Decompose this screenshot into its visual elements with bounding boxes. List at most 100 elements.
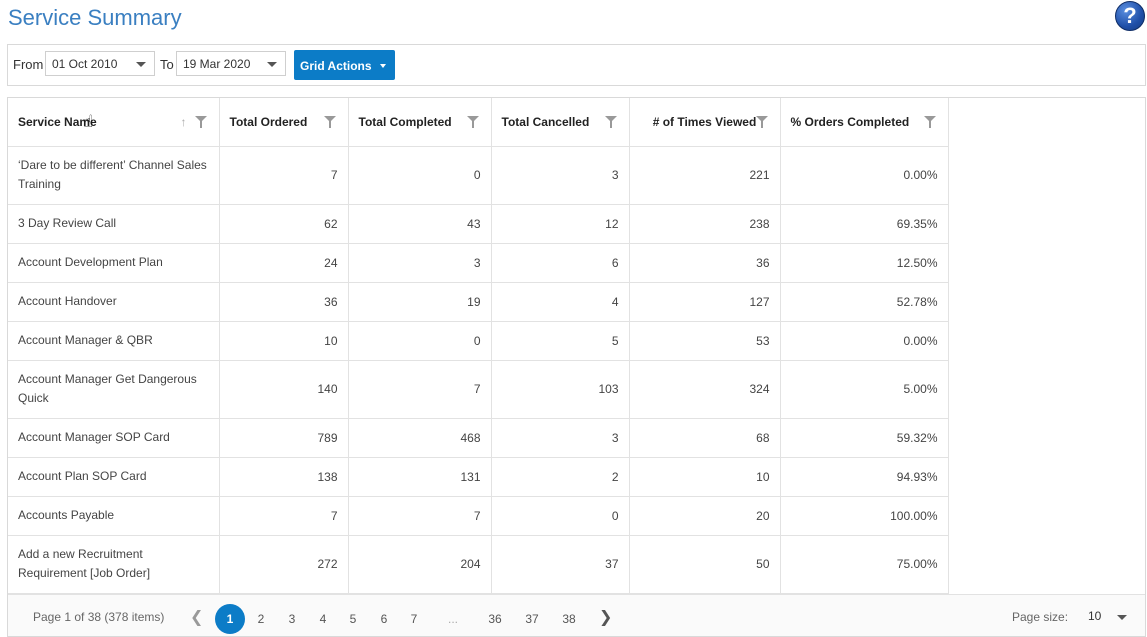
cell-times-viewed: 36 [629,243,781,283]
to-label: To [160,57,174,72]
column-header-label: # of Times Viewed [652,114,757,129]
cell-times-viewed: 238 [629,204,781,244]
table-row[interactable]: Account Manager SOP Card 789 468 3 68 59… [8,418,949,458]
page-button-4[interactable]: 4 [308,604,338,634]
table-row[interactable]: Account Manager Get Dangerous Quick 140 … [8,360,949,419]
cell-orders-completed: 5.00% [780,360,949,419]
cell-total-ordered: 272 [219,535,349,594]
table-row[interactable]: Account Manager & QBR 10 0 5 53 0.00% [8,321,949,361]
cell-orders-completed: 100.00% [780,496,949,536]
cell-times-viewed: 324 [629,360,781,419]
table-row[interactable]: Add a new Recruitment Requirement [Job O… [8,535,949,594]
page-button-3[interactable]: 3 [277,604,307,634]
cell-total-completed: 43 [348,204,492,244]
column-header-times-viewed[interactable]: # of Times Viewed [629,98,781,147]
to-date-value: 19 Mar 2020 [183,57,251,71]
pager-info: Page 1 of 38 (378 items) [33,610,165,624]
grid-actions-label: Grid Actions [300,59,372,73]
pager: Page 1 of 38 (378 items) ❮ 1 2 3 4 5 6 7… [8,594,1145,636]
table-row[interactable]: Account Development Plan 24 3 6 36 12.50… [8,243,949,283]
chevron-right-icon[interactable]: ❯ [599,607,612,627]
column-header-label: Total Ordered [229,114,308,129]
cell-total-completed: 3 [348,243,492,283]
cell-times-viewed: 50 [629,535,781,594]
cell-total-cancelled: 6 [491,243,630,283]
page-button-36[interactable]: 36 [480,604,510,634]
chevron-down-icon[interactable] [1117,615,1127,620]
page-size-select[interactable]: 10 [1088,609,1101,623]
column-header-orders-completed[interactable]: % Orders Completed [780,98,949,147]
help-icon[interactable]: ? [1115,1,1145,31]
cell-service-name: Account Plan SOP Card [8,457,220,497]
page-ellipsis[interactable]: ... [438,604,468,634]
cell-orders-completed: 0.00% [780,321,949,361]
table-row[interactable]: Accounts Payable 7 7 0 20 100.00% [8,496,949,536]
cell-service-name: Accounts Payable [8,496,220,536]
cell-service-name: Account Development Plan [8,243,220,283]
chevron-down-icon [267,62,277,67]
page-title: Service Summary [8,5,182,30]
cell-service-name: Account Manager SOP Card [8,418,220,458]
cell-times-viewed: 127 [629,282,781,322]
header-row: Service Name ↑ Total Ordered Total Compl… [8,98,949,147]
page-button-2[interactable]: 2 [246,604,276,634]
cell-orders-completed: 52.78% [780,282,949,322]
cell-total-cancelled: 3 [491,418,630,458]
cell-total-ordered: 24 [219,243,349,283]
grid-actions-button[interactable]: Grid Actions [294,50,395,80]
cell-total-cancelled: 5 [491,321,630,361]
page-button-7[interactable]: 7 [399,604,429,634]
sort-arrow-icon[interactable]: ↑ [181,115,187,129]
cell-total-ordered: 10 [219,321,349,361]
cell-orders-completed: 0.00% [780,146,949,205]
toolbar: From 01 Oct 2010 To 19 Mar 2020 Grid Act… [7,44,1146,86]
to-date-picker[interactable]: 19 Mar 2020 [176,51,286,76]
page-size-label: Page size: [1012,610,1069,624]
page-button-37[interactable]: 37 [517,604,547,634]
funnel-icon[interactable] [466,116,479,128]
cell-service-name: ‘Dare to be different’ Channel Sales Tra… [8,146,220,205]
cell-times-viewed: 53 [629,321,781,361]
funnel-icon[interactable] [604,116,617,128]
table-row[interactable]: Account Handover 36 19 4 127 52.78% [8,282,949,322]
cell-orders-completed: 75.00% [780,535,949,594]
page-button-38[interactable]: 38 [554,604,584,634]
column-header-total-cancelled[interactable]: Total Cancelled [491,98,630,147]
cell-total-ordered: 7 [219,146,349,205]
column-header-label: % Orders Completed [790,114,910,129]
cell-total-completed: 468 [348,418,492,458]
cell-service-name: Account Handover [8,282,220,322]
cell-total-completed: 7 [348,360,492,419]
page-button-5[interactable]: 5 [338,604,368,634]
cell-total-completed: 19 [348,282,492,322]
table-row[interactable]: ‘Dare to be different’ Channel Sales Tra… [8,146,949,205]
funnel-icon[interactable] [323,116,336,128]
cell-total-ordered: 138 [219,457,349,497]
chevron-left-icon[interactable]: ❮ [190,607,203,627]
cell-service-name: Account Manager & QBR [8,321,220,361]
table-row[interactable]: 3 Day Review Call 62 43 12 238 69.35% [8,204,949,244]
cell-total-completed: 131 [348,457,492,497]
cell-service-name: 3 Day Review Call [8,204,220,244]
cell-total-completed: 0 [348,146,492,205]
from-date-picker[interactable]: 01 Oct 2010 [45,51,155,76]
service-table: Service Name ↑ Total Ordered Total Compl… [8,98,949,594]
column-header-total-ordered[interactable]: Total Ordered [219,98,349,147]
cell-total-completed: 0 [348,321,492,361]
cell-total-cancelled: 0 [491,496,630,536]
cell-total-cancelled: 3 [491,146,630,205]
table-row[interactable]: Account Plan SOP Card 138 131 2 10 94.93… [8,457,949,497]
cell-total-cancelled: 2 [491,457,630,497]
page-button-6[interactable]: 6 [369,604,399,634]
cell-times-viewed: 68 [629,418,781,458]
column-header-service-name[interactable]: Service Name ↑ [8,98,220,147]
from-date-value: 01 Oct 2010 [52,57,118,71]
caret-down-icon [380,64,386,68]
funnel-icon[interactable] [923,116,936,128]
page-button-1[interactable]: 1 [215,604,245,634]
cell-total-cancelled: 103 [491,360,630,419]
funnel-icon[interactable] [755,116,768,128]
funnel-icon[interactable] [194,116,207,128]
column-header-total-completed[interactable]: Total Completed [348,98,492,147]
cell-total-completed: 7 [348,496,492,536]
